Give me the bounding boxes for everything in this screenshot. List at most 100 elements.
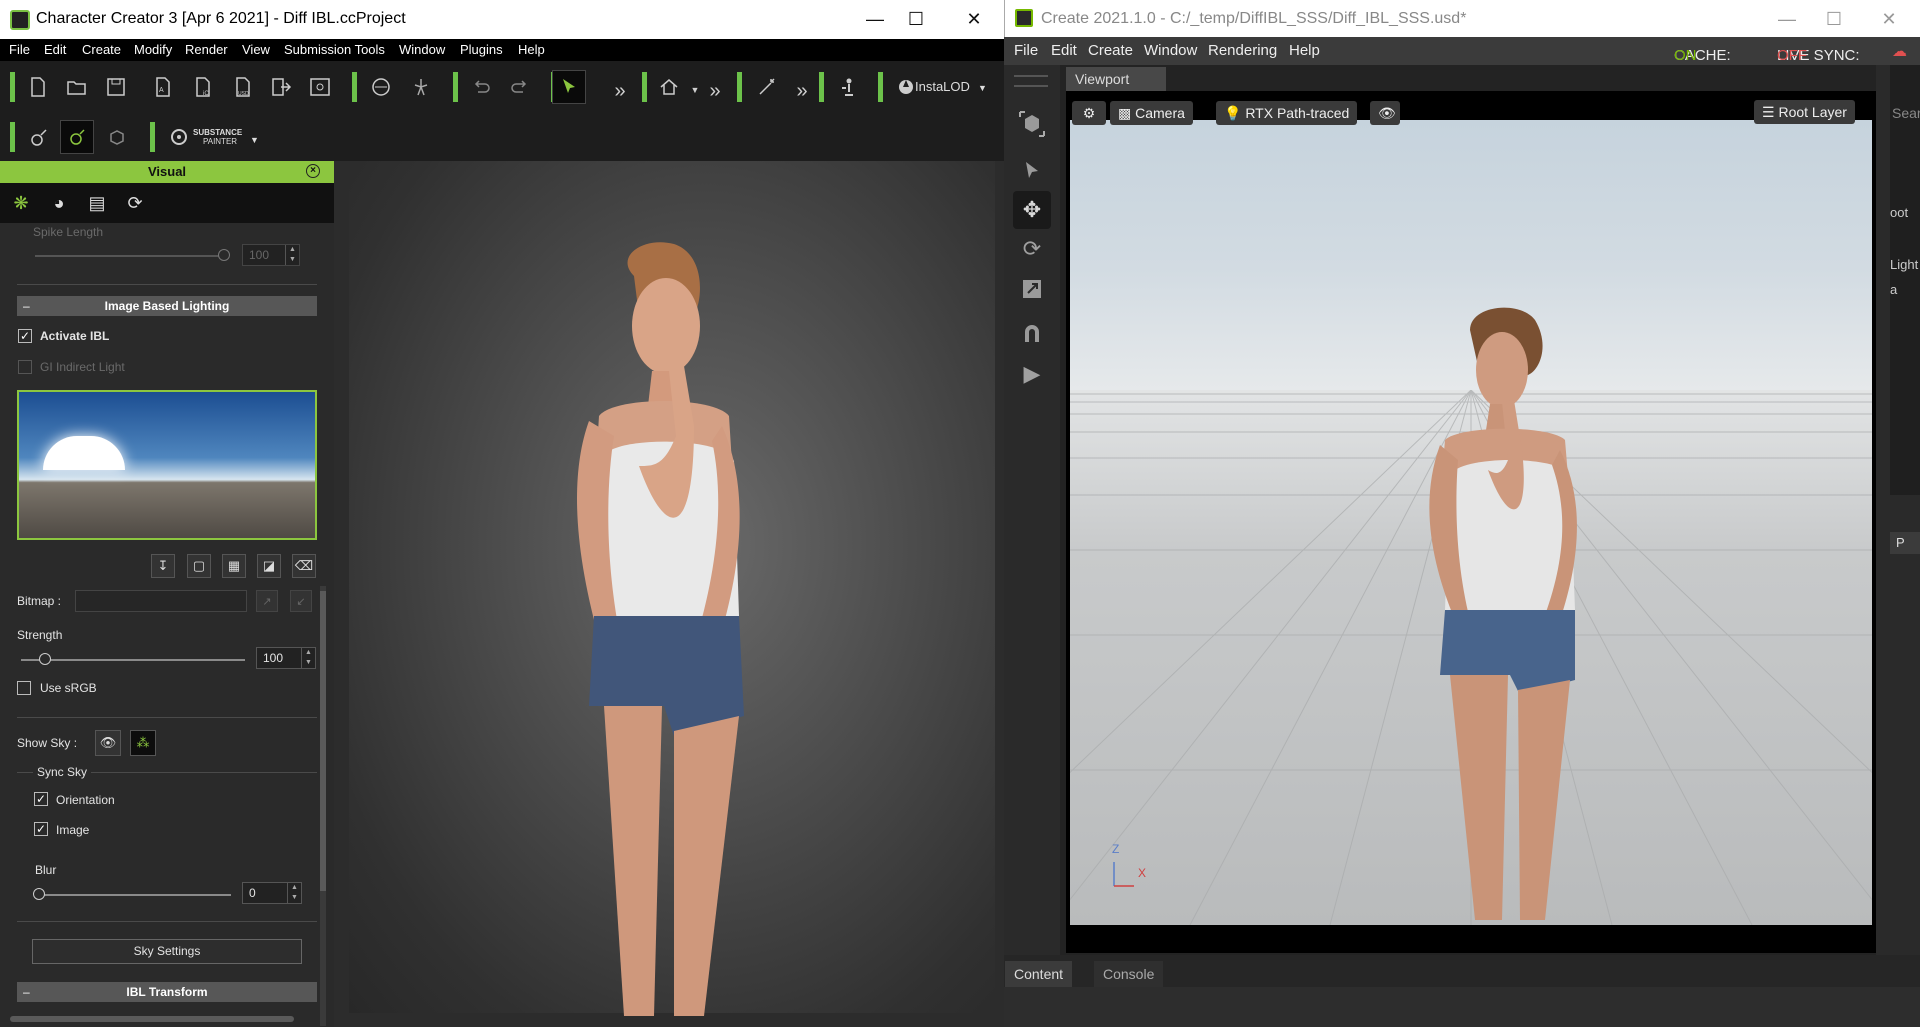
hide-sky-eye-icon[interactable]: ⁂ [130,730,156,756]
save-icon[interactable] [101,72,131,102]
tab-content[interactable]: Content [1005,961,1073,987]
menu-help[interactable]: Help [518,42,545,57]
character-tool-icon[interactable] [832,72,862,102]
move-tool-icon[interactable]: ✥ [1013,191,1051,229]
more-chevron-icon[interactable]: » [787,76,817,106]
maximize-icon[interactable]: ☐ [1814,4,1854,34]
morph-tool-icon[interactable] [24,122,54,152]
morph-active-icon[interactable] [60,120,94,154]
open-folder-icon[interactable] [62,72,92,102]
menu-window[interactable]: Window [399,42,445,57]
camera-button[interactable]: ▩ Camera [1110,101,1193,125]
property-tab-fragment[interactable]: P [1890,532,1920,554]
image-checkbox[interactable]: ✓ [34,822,48,836]
minimize-icon[interactable]: — [1767,4,1807,34]
spike-length-field[interactable]: 100 ▲ ▼ [242,244,300,266]
visibility-eye-icon[interactable]: 👁 [1370,101,1400,125]
search-field-fragment[interactable]: Sear [1892,105,1920,121]
close-icon[interactable]: ✕ [954,4,994,34]
stage-item-fragment[interactable]: Light [1890,257,1918,272]
viewport-tab[interactable]: Viewport [1066,67,1166,91]
select-arrow-icon[interactable] [1013,152,1051,190]
cc-3d-viewport[interactable] [334,161,1004,1027]
minimize-icon[interactable]: — [855,4,895,34]
delete-icon[interactable]: ⌫ [292,554,316,578]
substance-painter-icon[interactable] [164,122,194,152]
sky-settings-button[interactable]: Sky Settings [32,939,302,964]
strength-field[interactable]: 100 ▲ ▼ [256,647,316,669]
menu-edit[interactable]: Edit [44,42,66,57]
show-sky-eye-icon[interactable]: 👁 [95,730,121,756]
ibl-transform-section-header[interactable]: – IBL Transform [17,982,317,1002]
render-sphere-icon[interactable] [366,72,396,102]
bitmap-browse-icon[interactable]: ↗ [256,590,278,612]
spike-length-knob[interactable] [218,249,230,261]
export-icon[interactable] [266,72,296,102]
undo-icon[interactable] [466,72,496,102]
blur-field[interactable]: 0 ▲ ▼ [242,882,302,904]
import-icon[interactable]: A [148,72,178,102]
gi-indirect-checkbox[interactable] [18,360,32,374]
menu-submission-tools[interactable]: Submission Tools [284,42,385,57]
maximize-icon[interactable]: ☐ [896,4,936,34]
pose-icon[interactable] [406,72,436,102]
menu-window[interactable]: Window [1144,42,1197,59]
bitmap-clear-icon[interactable]: ↙ [290,590,312,612]
use-srgb-checkbox[interactable] [17,681,31,695]
menu-create[interactable]: Create [1088,42,1133,59]
menu-file[interactable]: File [9,42,30,57]
menu-view[interactable]: View [242,42,270,57]
menu-file[interactable]: File [1014,42,1038,59]
tab-lighting-icon[interactable]: ❋ [4,187,38,219]
ibl-section-header[interactable]: – Image Based Lighting [17,296,317,316]
tab-console[interactable]: Console [1094,961,1164,987]
menu-help[interactable]: Help [1289,42,1320,59]
select-mode-icon[interactable] [1013,105,1051,143]
menu-plugins[interactable]: Plugins [460,42,503,57]
root-layer-button[interactable]: ☰ Root Layer [1754,100,1855,124]
ibl-sky-preview[interactable] [17,390,317,540]
panel-hscrollbar[interactable] [10,1016,294,1022]
panel-close-icon[interactable]: × [306,164,320,178]
renderer-button[interactable]: 💡 RTX Path-traced [1216,101,1358,125]
orientation-checkbox[interactable]: ✓ [34,792,48,806]
export-ic-icon[interactable]: iC [188,72,218,102]
rotate-tool-icon[interactable]: ⟳ [1013,230,1051,268]
stage-item-fragment[interactable]: oot [1890,205,1908,220]
stage-item-fragment[interactable]: a [1890,282,1897,297]
activate-ibl-checkbox[interactable]: ✓ [18,329,32,343]
menu-edit[interactable]: Edit [1051,42,1077,59]
strength-knob[interactable] [39,653,51,665]
strength-slider[interactable] [21,659,245,661]
grid-icon[interactable]: ▦ [222,554,246,578]
ov-viewport[interactable]: Z X ⚙ ▩ Camera 💡 RTX Path-traced 👁 ☰ Roo… [1066,91,1876,953]
menu-rendering[interactable]: Rendering [1208,42,1277,59]
bitmap-field[interactable] [75,590,247,612]
more-chevron-icon[interactable]: » [700,76,730,106]
play-icon[interactable]: ▶ [1013,355,1051,393]
select-arrow-icon[interactable] [552,70,586,104]
magic-wand-icon[interactable] [752,72,782,102]
export-usd-icon[interactable]: USD [228,72,258,102]
instalod-dropdown-icon[interactable]: ▼ [978,83,987,93]
substance-dropdown-icon[interactable]: ▼ [250,135,259,145]
snap-magnet-icon[interactable] [1013,315,1051,353]
instalod-label[interactable]: InstaLOD [915,79,970,94]
viewport-settings-gear-icon[interactable]: ⚙ [1072,101,1106,125]
menu-create[interactable]: Create [82,42,121,57]
load-image-icon[interactable]: ↧ [151,554,175,578]
preview-icon[interactable] [305,72,335,102]
scale-tool-icon[interactable] [1013,270,1051,308]
close-icon[interactable]: ✕ [1869,4,1909,34]
props-cubes-icon[interactable] [102,122,132,152]
blur-slider[interactable] [37,894,231,896]
blur-knob[interactable] [33,888,45,900]
new-file-icon[interactable] [23,72,53,102]
spike-length-slider[interactable] [35,255,225,257]
panel-scrollbar-thumb[interactable] [320,591,326,891]
tab-camera-icon[interactable]: ⟳ [118,187,152,219]
redo-icon[interactable] [505,72,535,102]
tab-layers-icon[interactable]: ▤ [80,187,114,219]
edit-image-icon[interactable]: ◪ [257,554,281,578]
more-chevron-icon[interactable]: » [605,76,635,106]
